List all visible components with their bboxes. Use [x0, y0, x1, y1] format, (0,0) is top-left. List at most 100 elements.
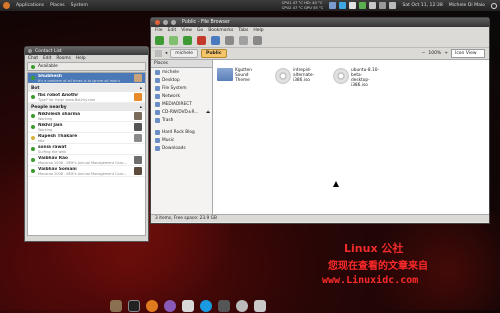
drive-icon [155, 85, 160, 91]
folder-icon [155, 145, 160, 151]
menu-tabs[interactable]: Tabs [238, 28, 248, 33]
power-icon[interactable] [491, 2, 497, 9]
available-icon [31, 114, 35, 118]
user-name[interactable]: Michele Di Maio [449, 3, 485, 8]
menu-edit[interactable]: Edit [168, 28, 177, 33]
drive-icon [155, 101, 160, 107]
list-item[interactable]: sonia rawat Surfing the web [28, 144, 145, 155]
clock[interactable]: Sat Oct 11, 12:38 [402, 3, 442, 8]
places-header[interactable]: Places [151, 60, 212, 68]
sidebar-item-music[interactable]: Music [151, 136, 212, 144]
menu-file[interactable]: File [155, 28, 163, 33]
skype-icon[interactable] [200, 300, 212, 312]
up-icon[interactable] [183, 36, 192, 45]
sidebar-item-trash[interactable]: Trash [151, 116, 212, 124]
file-item[interactable]: ubuntu-8.10-beta-desktop-i386.iso [333, 68, 379, 88]
search-icon[interactable] [253, 36, 262, 45]
file-name: intrepid-alternate-i386.iso [293, 68, 315, 83]
volume-icon[interactable] [389, 2, 397, 9]
view-mode-select[interactable]: Icon View [451, 49, 485, 58]
group-header-people-nearby[interactable]: People nearby ▴ [28, 103, 145, 111]
menu-rooms[interactable]: Rooms [56, 56, 70, 61]
ubuntu-logo-icon[interactable] [3, 2, 10, 9]
contact-status: It's a problem of all times is to ignore… [38, 78, 121, 83]
pidgin-icon[interactable] [164, 300, 176, 312]
sidebar-item-label: Network [162, 93, 180, 99]
menu-chat[interactable]: Chat [28, 56, 38, 61]
avatar [134, 123, 142, 131]
list-item[interactable]: Nikhil Jain Working [28, 122, 145, 133]
stop-icon[interactable] [197, 36, 206, 45]
close-icon[interactable] [155, 20, 160, 25]
zoom-in-icon[interactable]: + [444, 51, 448, 56]
mail-icon[interactable] [369, 2, 377, 9]
contact-status: Surfing the web [38, 149, 66, 154]
sidebar-item-label: MEDIADIRECT [162, 101, 192, 107]
file-item[interactable]: Kgutten Sound Theme [217, 68, 263, 83]
reload-icon[interactable] [211, 36, 220, 45]
menu-help[interactable]: Help [76, 56, 86, 61]
back-icon[interactable] [155, 36, 164, 45]
list-item[interactable]: fbs robot Anothr Type? for Help! www.Bot… [28, 92, 145, 103]
forward-icon[interactable] [169, 36, 178, 45]
bot-avatar [134, 93, 142, 101]
music-player-icon[interactable] [182, 300, 194, 312]
settings-icon[interactable] [218, 300, 230, 312]
sidebar-item-desktop[interactable]: Desktop [151, 76, 212, 84]
network-icon[interactable] [379, 2, 387, 9]
terminal-icon[interactable] [128, 300, 140, 312]
list-item[interactable]: Nikhilesh sharma Working [28, 111, 145, 122]
breadcrumb-public[interactable]: Public [201, 49, 227, 58]
close-icon[interactable] [28, 49, 32, 53]
avatar [134, 167, 142, 175]
file-browser-titlebar[interactable]: Public - File Browser [151, 18, 489, 27]
menu-help[interactable]: Help [253, 28, 263, 33]
menu-go[interactable]: Go [197, 28, 203, 33]
tray-icon[interactable] [359, 2, 367, 9]
menu-view[interactable]: View [181, 28, 192, 33]
sidebar-item-label: File System [162, 85, 187, 91]
media-icon[interactable] [254, 300, 266, 312]
sidebar-item-file-system[interactable]: File System [151, 84, 212, 92]
sidebar-item-mediadirect[interactable]: MEDIADIRECT [151, 100, 212, 108]
sidebar-item-cd-rw[interactable]: CD-RW/DVD±R... ⏏ [151, 108, 212, 116]
minimize-icon[interactable] [163, 20, 168, 25]
file-view[interactable]: Kgutten Sound Theme intrepid-alternate-i… [213, 60, 489, 214]
firefox-icon[interactable] [146, 300, 158, 312]
breadcrumb-michele[interactable]: michele [170, 49, 199, 58]
list-item[interactable]: Shubhesh It's a problem of all times is … [28, 73, 145, 84]
sidebar-item-network[interactable]: Network [151, 92, 212, 100]
eject-icon[interactable]: ⏏ [206, 110, 212, 115]
avatar [134, 134, 142, 142]
contact-list-titlebar[interactable]: Contact List [25, 47, 148, 55]
avatar [134, 156, 142, 164]
list-item[interactable]: Vaibhav Somani Macaroo 2008 - IMIK's Ann… [28, 166, 145, 177]
home-icon[interactable] [225, 36, 234, 45]
disc-burner-icon[interactable] [236, 300, 248, 312]
tray-icon[interactable] [329, 2, 337, 9]
sidebar-item-hard-rock-blog[interactable]: Hard Rock Blog [151, 128, 212, 136]
sensors-applet[interactable]: CPU1 47 °C HD: 40 °C CPU2 47 °C GPU 55 °… [282, 1, 324, 11]
file-item[interactable]: intrepid-alternate-i386.iso [275, 68, 321, 84]
toggle-location-icon[interactable] [155, 50, 162, 57]
list-item[interactable]: Vaibhav Rao Macaroo 2008 - IMIK's Annual… [28, 155, 145, 166]
menu-bookmarks[interactable]: Bookmarks [208, 28, 233, 33]
computer-icon[interactable] [239, 36, 248, 45]
zoom-out-icon[interactable]: − [422, 51, 426, 56]
menu-applications[interactable]: Applications [16, 3, 44, 8]
menu-places[interactable]: Places [50, 3, 65, 8]
group-header-bot[interactable]: Bot ▴ [28, 84, 145, 92]
menu-system[interactable]: System [71, 3, 88, 8]
tray-icon[interactable] [339, 2, 347, 9]
sidebar-item-label: Trash [162, 117, 174, 123]
tray-icon[interactable] [349, 2, 357, 9]
sidebar-item-label: Hard Rock Blog [162, 129, 195, 135]
presence-selector[interactable]: Available [27, 62, 146, 71]
menu-edit[interactable]: Edit [43, 56, 51, 61]
sidebar-item-michele[interactable]: michele [151, 68, 212, 76]
list-item[interactable]: Rupesh Thakare Idle [28, 133, 145, 144]
dock-launcher-icon[interactable] [110, 300, 122, 312]
maximize-icon[interactable] [171, 20, 176, 25]
sidebar-item-downloads[interactable]: Downloads [151, 144, 212, 152]
chevron-left-icon[interactable]: ◂ [165, 51, 167, 56]
